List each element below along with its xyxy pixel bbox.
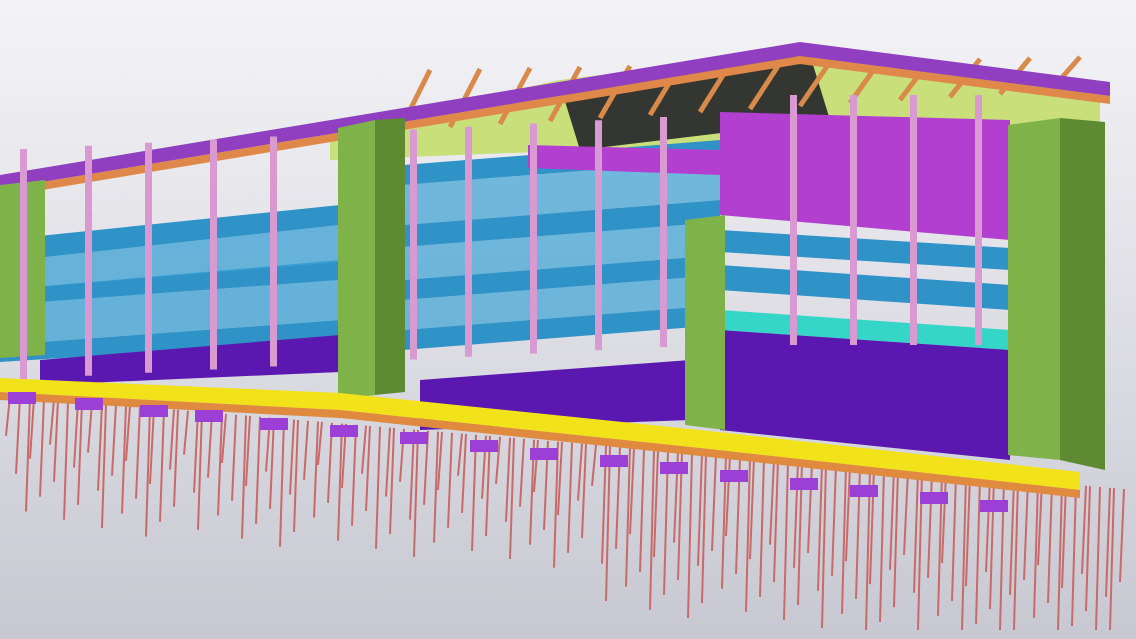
column [790,95,797,345]
pile-cap [470,440,498,452]
pile-cap [720,470,748,482]
pile-cap [530,448,558,460]
pile-cap [260,418,288,430]
pile-cap [75,398,103,410]
pile-cap [920,492,948,504]
pile-cap [330,425,358,437]
pile-cap [8,392,36,404]
column [465,126,472,357]
pile-cap [790,478,818,490]
column [20,149,27,379]
pile-cap [600,455,628,467]
pile-cap [140,405,168,417]
pile-cap [980,500,1008,512]
column [850,95,857,345]
column [660,117,667,347]
column [210,139,217,370]
pile-cap [400,432,428,444]
bim-model-scene [0,0,1136,639]
column [595,120,602,351]
column [85,145,92,376]
column [410,129,417,360]
column [910,95,917,345]
column [975,95,982,345]
column [270,136,277,367]
pile-cap [850,485,878,497]
column [530,123,537,354]
column [145,142,152,373]
pile-cap [660,462,688,474]
pile-cap [195,410,223,422]
right-block [720,112,1010,460]
